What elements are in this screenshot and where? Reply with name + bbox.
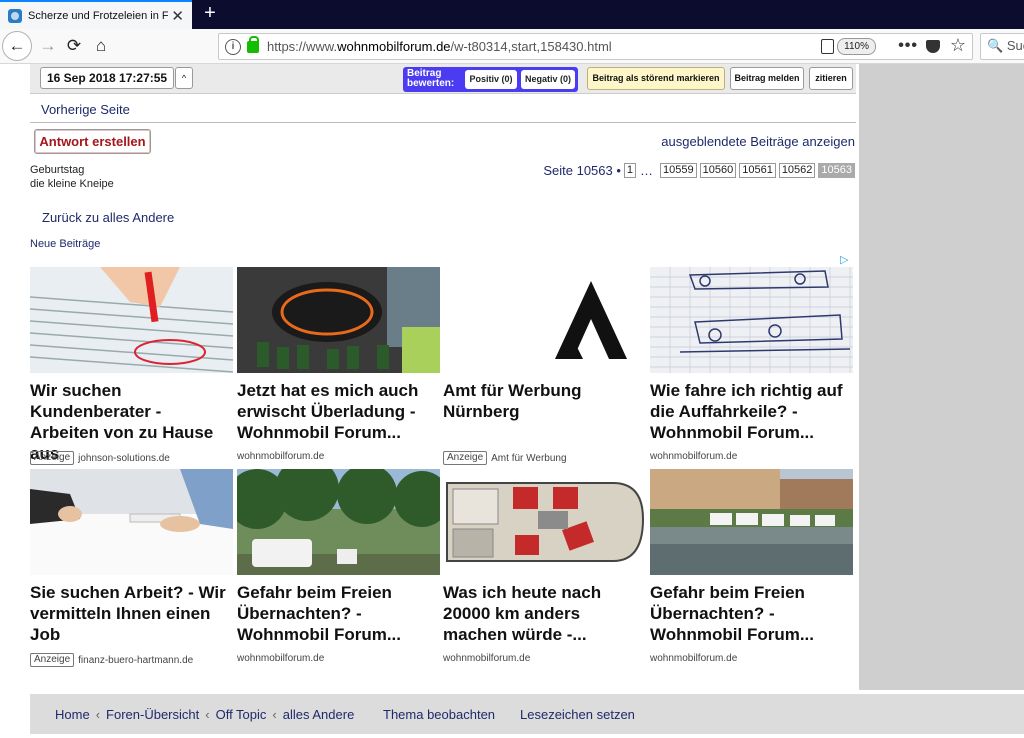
- rate-post-box: Beitrag bewerten: Positiv (0) Negativ (0…: [403, 67, 578, 92]
- post-date-button[interactable]: 16 Sep 2018 17:27:55: [40, 67, 175, 89]
- page-link-10561[interactable]: 10561: [739, 163, 776, 178]
- topic-navigation: Geburtstag die kleine Kneipe: [30, 163, 114, 191]
- bookmark-link[interactable]: Lesezeichen setzen: [520, 707, 635, 722]
- scroll-top-button[interactable]: ^: [175, 67, 193, 89]
- url-bar[interactable]: i https://www.wohnmobilforum.de/w-t80314…: [218, 33, 973, 60]
- page-ellipsis: …: [640, 163, 654, 178]
- page-link-10559[interactable]: 10559: [660, 163, 697, 178]
- breadcrumb-forums[interactable]: Foren-Übersicht: [106, 707, 199, 722]
- ad-image-interview[interactable]: [30, 469, 233, 575]
- tab-bar: Scherze und Frotzeleien in Foren ✕ +: [0, 0, 1024, 29]
- new-tab-icon[interactable]: +: [200, 2, 220, 24]
- ad-source: Anzeige johnson-solutions.de: [30, 451, 233, 465]
- adchoices-icon[interactable]: ▷: [840, 253, 852, 266]
- pagination: Seite 10563 • 1 … 10559 10560 10561 1056…: [543, 163, 855, 178]
- tab-title: Scherze und Frotzeleien in Foren: [28, 9, 168, 22]
- browser-tab[interactable]: Scherze und Frotzeleien in Foren ✕: [0, 0, 192, 29]
- pocket-icon[interactable]: [926, 40, 940, 53]
- close-tab-icon[interactable]: ✕: [171, 7, 184, 25]
- page-current: 10563: [818, 163, 855, 178]
- ad-headline[interactable]: Jetzt hat es mich auch erwischt Überladu…: [237, 380, 440, 446]
- search-input[interactable]: 🔍 Suc: [980, 33, 1024, 60]
- mark-disturbing-button[interactable]: Beitrag als störend markieren: [587, 67, 725, 90]
- ad-image-forest-camper[interactable]: [237, 469, 440, 575]
- home-button[interactable]: ⌂: [87, 32, 115, 60]
- ad-source: wohnmobilforum.de: [650, 653, 738, 664]
- ad-source: wohnmobilforum.de: [237, 451, 325, 462]
- next-topic-link[interactable]: die kleine Kneipe: [30, 177, 114, 191]
- post-toolbar: 16 Sep 2018 17:27:55 ^ Beitrag bewerten:…: [30, 64, 856, 94]
- new-posts-heading[interactable]: Neue Beiträge: [30, 238, 100, 250]
- ad-card[interactable]: Gefahr beim Freien Übernachten? - Wohnmo…: [237, 469, 440, 664]
- ad-source: wohnmobilforum.de: [443, 653, 531, 664]
- site-info-icon[interactable]: i: [225, 38, 241, 55]
- ad-headline[interactable]: Amt für Werbung Nürnberg: [443, 380, 646, 446]
- ad-image-logo[interactable]: [443, 267, 646, 373]
- ad-image-cargo[interactable]: [237, 267, 440, 373]
- site-favicon-icon: [8, 8, 22, 23]
- breadcrumb-separator: ‹: [205, 707, 210, 722]
- ad-headline[interactable]: Wie fahre ich richtig auf die Auffahrkei…: [650, 380, 853, 446]
- ad-card[interactable]: Gefahr beim Freien Übernachten? - Wohnmo…: [650, 469, 853, 664]
- back-button[interactable]: ←: [2, 31, 32, 61]
- report-post-button[interactable]: Beitrag melden: [730, 67, 804, 90]
- ad-source: Anzeige Amt für Werbung: [443, 451, 646, 465]
- reply-button[interactable]: Antwort erstellen: [34, 129, 151, 154]
- url-text[interactable]: https://www.wohnmobilforum.de/w-t80314,s…: [267, 39, 612, 54]
- breadcrumb-separator: ‹: [95, 707, 101, 722]
- breadcrumb-separator: ‹: [272, 707, 277, 722]
- ad-headline[interactable]: Sie suchen Arbeit? - Wir vermitteln Ihne…: [30, 582, 233, 648]
- reload-button[interactable]: ⟳: [60, 32, 88, 60]
- navigation-toolbar: ← → ⟳ ⌂ i https://www.wohnmobilforum.de/…: [0, 29, 1024, 64]
- reader-view-icon[interactable]: [821, 39, 834, 54]
- ad-headline[interactable]: Gefahr beim Freien Übernachten? - Wohnmo…: [237, 582, 440, 648]
- ad-card[interactable]: Wir suchen Kundenberater - Arbeiten von …: [30, 267, 233, 465]
- ad-badge: Anzeige: [30, 653, 75, 667]
- divider: [30, 122, 856, 123]
- rate-positive-button[interactable]: Positiv (0): [465, 70, 517, 89]
- previous-topic-link[interactable]: Geburtstag: [30, 163, 114, 177]
- back-to-forum-link[interactable]: Zurück zu alles Andere: [42, 210, 174, 225]
- ad-source: wohnmobilforum.de: [650, 451, 738, 462]
- ad-badge: Anzeige: [443, 451, 488, 465]
- ad-card[interactable]: Wie fahre ich richtig auf die Auffahrkei…: [650, 267, 853, 462]
- ad-image-river-campers[interactable]: [650, 469, 853, 575]
- ad-source: Anzeige finanz-buero-hartmann.de: [30, 653, 233, 667]
- ad-image-newspaper[interactable]: [30, 267, 233, 373]
- rate-negative-button[interactable]: Negativ (0): [521, 70, 575, 89]
- forward-button[interactable]: →: [34, 32, 62, 60]
- ad-headline[interactable]: Wir suchen Kundenberater - Arbeiten von …: [30, 380, 233, 463]
- previous-page-link[interactable]: Vorherige Seite: [41, 102, 130, 117]
- page-link-10562[interactable]: 10562: [778, 163, 816, 178]
- ad-source: wohnmobilforum.de: [237, 653, 325, 664]
- page-label: Seite 10563 •: [543, 163, 621, 178]
- bookmark-star-icon[interactable]: ☆: [950, 35, 966, 56]
- breadcrumb: Home ‹ Foren-Übersicht ‹ Off Topic ‹ all…: [55, 707, 354, 722]
- ad-card[interactable]: Amt für Werbung Nürnberg Anzeige Amt für …: [443, 267, 646, 465]
- breadcrumb-alles-andere[interactable]: alles Andere: [283, 707, 355, 722]
- ad-headline[interactable]: Gefahr beim Freien Übernachten? - Wohnmo…: [650, 582, 853, 648]
- ad-card[interactable]: Jetzt hat es mich auch erwischt Überladu…: [237, 267, 440, 462]
- ad-headline[interactable]: Was ich heute nach 20000 km anders mache…: [443, 582, 646, 648]
- lock-icon[interactable]: [247, 35, 259, 53]
- breadcrumb-home[interactable]: Home: [55, 707, 90, 722]
- show-hidden-posts-link[interactable]: ausgeblendete Beiträge anzeigen: [661, 134, 855, 149]
- page-actions-icon[interactable]: •••: [898, 37, 918, 55]
- ad-card[interactable]: Was ich heute nach 20000 km anders mache…: [443, 469, 646, 664]
- page-link-1[interactable]: 1: [623, 163, 637, 178]
- sidebar-gray-area: [859, 64, 1024, 690]
- page-link-10560[interactable]: 10560: [699, 163, 737, 178]
- quote-button[interactable]: zitieren: [809, 67, 853, 90]
- ad-image-floorplan[interactable]: [443, 469, 646, 575]
- ad-image-sketch[interactable]: [650, 267, 853, 373]
- ad-card[interactable]: Sie suchen Arbeit? - Wir vermitteln Ihne…: [30, 469, 233, 667]
- ad-badge: Anzeige: [30, 451, 75, 465]
- breadcrumb-off-topic[interactable]: Off Topic: [216, 707, 267, 722]
- zoom-indicator[interactable]: 110%: [837, 38, 876, 55]
- watch-topic-link[interactable]: Thema beobachten: [383, 707, 495, 722]
